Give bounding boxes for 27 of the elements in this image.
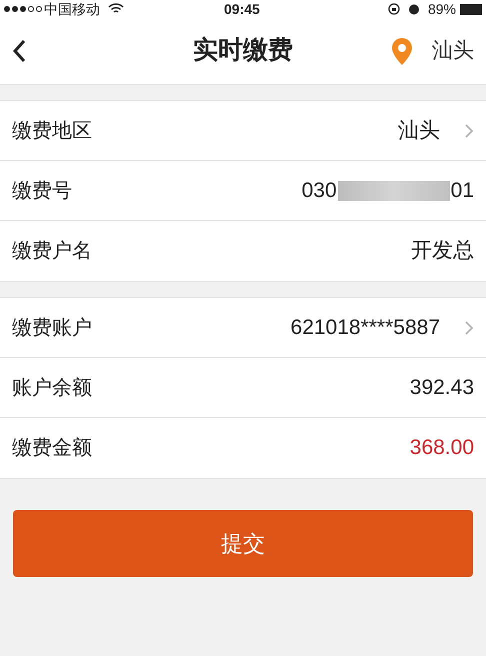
list-row[interactable]: 缴费地区 汕头: [0, 101, 486, 161]
row-value: 030: [302, 178, 337, 204]
signal-icon: [4, 5, 42, 13]
page-title: 实时缴费: [193, 35, 293, 66]
battery-percent: 89%: [428, 0, 456, 18]
battery-icon: [460, 4, 482, 14]
row-label: 缴费金额: [12, 436, 92, 461]
row-label: 缴费户名: [12, 239, 92, 264]
location-label: 汕头: [432, 38, 474, 64]
row-value: 开发总: [411, 238, 474, 264]
wifi-icon: [108, 3, 124, 15]
row-value: 368.00: [410, 435, 474, 462]
row-label: 账户余额: [12, 376, 92, 400]
location-button[interactable]: 汕头: [392, 35, 474, 67]
status-time: 09:45: [224, 0, 260, 18]
location-pin-icon: [392, 38, 412, 64]
row-value: 汕头: [398, 118, 440, 144]
row-label: 缴费地区: [12, 118, 92, 144]
row-label: 缴费账户: [12, 316, 92, 340]
row-value: 392.43: [410, 374, 474, 401]
submit-button[interactable]: 提交: [13, 510, 473, 577]
carrier-name: 中国移动: [44, 0, 100, 18]
row-value: 01: [450, 178, 474, 204]
row-label: 缴费号: [12, 178, 72, 204]
row-value: 621018****5887: [290, 314, 440, 341]
list-row[interactable]: 缴费账户 621018****5887: [0, 298, 486, 358]
back-icon: [12, 39, 26, 63]
